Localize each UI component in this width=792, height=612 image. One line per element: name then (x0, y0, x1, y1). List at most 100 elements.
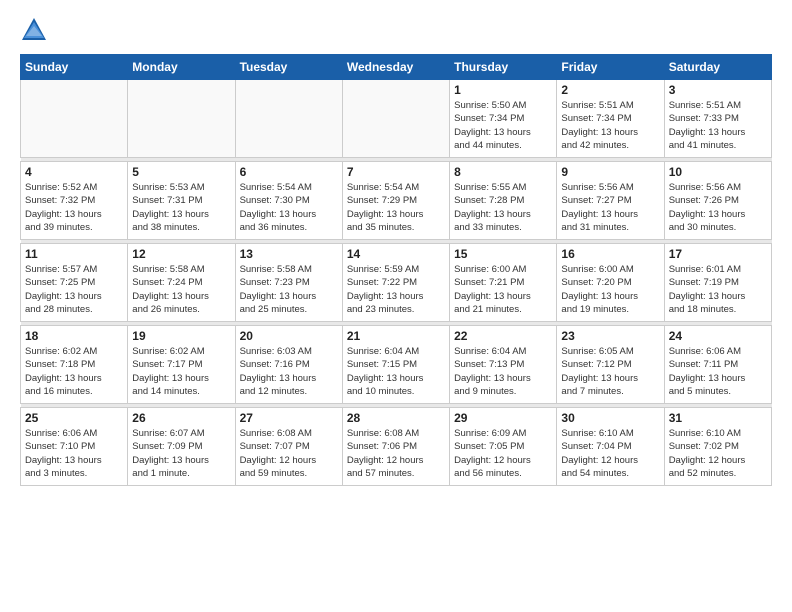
day-info: Sunrise: 6:05 AM Sunset: 7:12 PM Dayligh… (561, 345, 659, 398)
day-info: Sunrise: 5:56 AM Sunset: 7:26 PM Dayligh… (669, 181, 767, 234)
day-number: 17 (669, 247, 767, 261)
calendar-cell: 28 Sunrise: 6:08 AM Sunset: 7:06 PM Dayli… (342, 408, 449, 486)
day-number: 6 (240, 165, 338, 179)
day-info: Sunrise: 5:59 AM Sunset: 7:22 PM Dayligh… (347, 263, 445, 316)
day-number: 11 (25, 247, 123, 261)
header-row: SundayMondayTuesdayWednesdayThursdayFrid… (21, 55, 772, 80)
calendar-cell: 14 Sunrise: 5:59 AM Sunset: 7:22 PM Dayli… (342, 244, 449, 322)
day-number: 5 (132, 165, 230, 179)
day-number: 23 (561, 329, 659, 343)
calendar-cell: 11 Sunrise: 5:57 AM Sunset: 7:25 PM Dayli… (21, 244, 128, 322)
day-number: 14 (347, 247, 445, 261)
calendar-cell: 25Sunrise: 6:06 AM Sunset: 7:10 PM Dayli… (21, 408, 128, 486)
day-info: Sunrise: 6:10 AM Sunset: 7:02 PM Dayligh… (669, 427, 767, 480)
day-number: 20 (240, 329, 338, 343)
page: SundayMondayTuesdayWednesdayThursdayFrid… (0, 0, 792, 498)
weekday-header: Tuesday (235, 55, 342, 80)
day-info: Sunrise: 6:09 AM Sunset: 7:05 PM Dayligh… (454, 427, 552, 480)
day-info: Sunrise: 5:58 AM Sunset: 7:23 PM Dayligh… (240, 263, 338, 316)
day-info: Sunrise: 6:06 AM Sunset: 7:11 PM Dayligh… (669, 345, 767, 398)
calendar-week-row: 11 Sunrise: 5:57 AM Sunset: 7:25 PM Dayli… (21, 244, 772, 322)
calendar-cell: 1 Sunrise: 5:50 AM Sunset: 7:34 PM Daylig… (450, 80, 557, 158)
day-number: 26 (132, 411, 230, 425)
calendar-cell (342, 80, 449, 158)
day-number: 2 (561, 83, 659, 97)
day-info: Sunrise: 6:02 AM Sunset: 7:17 PM Dayligh… (132, 345, 230, 398)
calendar-cell (128, 80, 235, 158)
day-info: Sunrise: 5:54 AM Sunset: 7:29 PM Dayligh… (347, 181, 445, 234)
calendar-cell: 13 Sunrise: 5:58 AM Sunset: 7:23 PM Dayli… (235, 244, 342, 322)
day-number: 30 (561, 411, 659, 425)
day-number: 8 (454, 165, 552, 179)
day-info: Sunrise: 6:00 AM Sunset: 7:20 PM Dayligh… (561, 263, 659, 316)
calendar-cell: 21 Sunrise: 6:04 AM Sunset: 7:15 PM Dayli… (342, 326, 449, 404)
day-number: 24 (669, 329, 767, 343)
day-number: 22 (454, 329, 552, 343)
calendar-cell (235, 80, 342, 158)
day-number: 18 (25, 329, 123, 343)
day-info: Sunrise: 6:04 AM Sunset: 7:15 PM Dayligh… (347, 345, 445, 398)
day-info: Sunrise: 5:50 AM Sunset: 7:34 PM Dayligh… (454, 99, 552, 152)
calendar-cell: 15Sunrise: 6:00 AM Sunset: 7:21 PM Dayli… (450, 244, 557, 322)
day-info: Sunrise: 6:07 AM Sunset: 7:09 PM Dayligh… (132, 427, 230, 480)
weekday-header: Monday (128, 55, 235, 80)
day-number: 27 (240, 411, 338, 425)
calendar-cell: 26 Sunrise: 6:07 AM Sunset: 7:09 PM Dayli… (128, 408, 235, 486)
day-number: 25 (25, 411, 123, 425)
day-number: 31 (669, 411, 767, 425)
day-info: Sunrise: 5:57 AM Sunset: 7:25 PM Dayligh… (25, 263, 123, 316)
calendar-cell: 3 Sunrise: 5:51 AM Sunset: 7:33 PM Daylig… (664, 80, 771, 158)
day-info: Sunrise: 6:08 AM Sunset: 7:06 PM Dayligh… (347, 427, 445, 480)
day-info: Sunrise: 5:54 AM Sunset: 7:30 PM Dayligh… (240, 181, 338, 234)
day-info: Sunrise: 5:55 AM Sunset: 7:28 PM Dayligh… (454, 181, 552, 234)
calendar-cell: 8 Sunrise: 5:55 AM Sunset: 7:28 PM Daylig… (450, 162, 557, 240)
day-number: 1 (454, 83, 552, 97)
day-number: 19 (132, 329, 230, 343)
calendar-cell: 30Sunrise: 6:10 AM Sunset: 7:04 PM Dayli… (557, 408, 664, 486)
logo (20, 16, 52, 44)
calendar-week-row: 4 Sunrise: 5:52 AM Sunset: 7:32 PM Daylig… (21, 162, 772, 240)
weekday-header: Friday (557, 55, 664, 80)
calendar-cell: 10 Sunrise: 5:56 AM Sunset: 7:26 PM Dayli… (664, 162, 771, 240)
calendar-week-row: 18Sunrise: 6:02 AM Sunset: 7:18 PM Dayli… (21, 326, 772, 404)
day-number: 12 (132, 247, 230, 261)
day-info: Sunrise: 5:51 AM Sunset: 7:33 PM Dayligh… (669, 99, 767, 152)
calendar-cell: 7 Sunrise: 5:54 AM Sunset: 7:29 PM Daylig… (342, 162, 449, 240)
calendar-cell: 5 Sunrise: 5:53 AM Sunset: 7:31 PM Daylig… (128, 162, 235, 240)
day-number: 10 (669, 165, 767, 179)
calendar-cell: 24 Sunrise: 6:06 AM Sunset: 7:11 PM Dayli… (664, 326, 771, 404)
calendar-week-row: 1 Sunrise: 5:50 AM Sunset: 7:34 PM Daylig… (21, 80, 772, 158)
calendar-cell: 2 Sunrise: 5:51 AM Sunset: 7:34 PM Daylig… (557, 80, 664, 158)
day-info: Sunrise: 5:56 AM Sunset: 7:27 PM Dayligh… (561, 181, 659, 234)
day-info: Sunrise: 5:58 AM Sunset: 7:24 PM Dayligh… (132, 263, 230, 316)
day-info: Sunrise: 5:51 AM Sunset: 7:34 PM Dayligh… (561, 99, 659, 152)
calendar-cell (21, 80, 128, 158)
day-number: 13 (240, 247, 338, 261)
calendar-cell: 18Sunrise: 6:02 AM Sunset: 7:18 PM Dayli… (21, 326, 128, 404)
day-number: 7 (347, 165, 445, 179)
day-number: 28 (347, 411, 445, 425)
day-number: 9 (561, 165, 659, 179)
calendar-cell: 31 Sunrise: 6:10 AM Sunset: 7:02 PM Dayli… (664, 408, 771, 486)
day-info: Sunrise: 6:00 AM Sunset: 7:21 PM Dayligh… (454, 263, 552, 316)
day-info: Sunrise: 6:04 AM Sunset: 7:13 PM Dayligh… (454, 345, 552, 398)
calendar-cell: 9 Sunrise: 5:56 AM Sunset: 7:27 PM Daylig… (557, 162, 664, 240)
day-number: 3 (669, 83, 767, 97)
day-number: 16 (561, 247, 659, 261)
calendar-cell: 16 Sunrise: 6:00 AM Sunset: 7:20 PM Dayli… (557, 244, 664, 322)
day-info: Sunrise: 5:52 AM Sunset: 7:32 PM Dayligh… (25, 181, 123, 234)
calendar-cell: 22 Sunrise: 6:04 AM Sunset: 7:13 PM Dayli… (450, 326, 557, 404)
calendar-cell: 4 Sunrise: 5:52 AM Sunset: 7:32 PM Daylig… (21, 162, 128, 240)
calendar-cell: 6 Sunrise: 5:54 AM Sunset: 7:30 PM Daylig… (235, 162, 342, 240)
logo-icon (20, 16, 48, 44)
day-info: Sunrise: 6:03 AM Sunset: 7:16 PM Dayligh… (240, 345, 338, 398)
calendar-table: SundayMondayTuesdayWednesdayThursdayFrid… (20, 54, 772, 486)
day-info: Sunrise: 5:53 AM Sunset: 7:31 PM Dayligh… (132, 181, 230, 234)
calendar-week-row: 25Sunrise: 6:06 AM Sunset: 7:10 PM Dayli… (21, 408, 772, 486)
day-number: 21 (347, 329, 445, 343)
weekday-header: Thursday (450, 55, 557, 80)
header (20, 16, 772, 44)
calendar-cell: 23 Sunrise: 6:05 AM Sunset: 7:12 PM Dayli… (557, 326, 664, 404)
day-info: Sunrise: 6:08 AM Sunset: 7:07 PM Dayligh… (240, 427, 338, 480)
day-number: 4 (25, 165, 123, 179)
